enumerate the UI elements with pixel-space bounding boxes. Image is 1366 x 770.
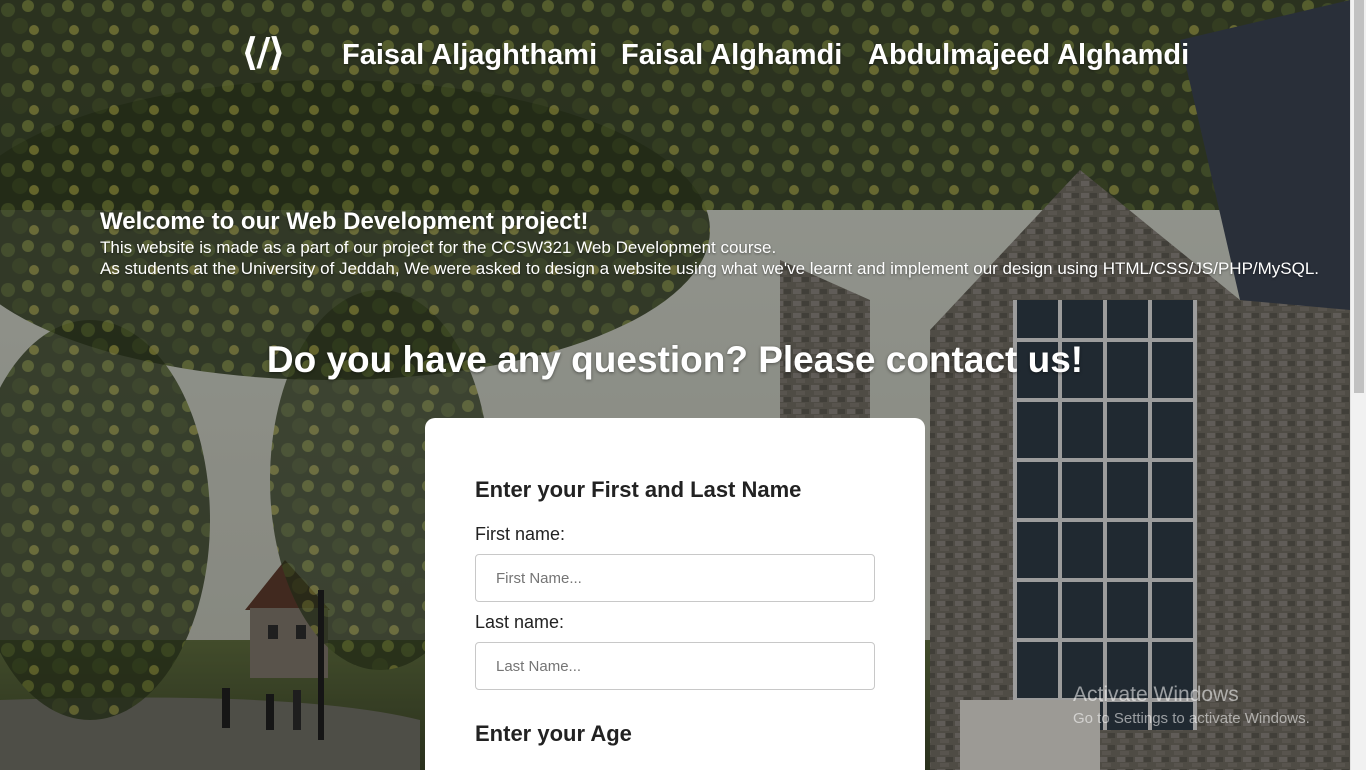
page: ⟨/⟩ Faisal Aljaghthami Faisal Alghamdi A…	[0, 0, 1366, 770]
first-name-input[interactable]	[475, 554, 875, 602]
first-name-label: First name:	[475, 524, 566, 544]
nav-link-faisal-aljaghthami[interactable]: Faisal Aljaghthami	[342, 38, 597, 72]
last-name-label: Last name:	[475, 612, 565, 632]
watermark-title: Activate Windows	[1073, 683, 1239, 706]
welcome-heading: Welcome to our Web Development project!	[100, 208, 589, 235]
activate-windows-watermark: Activate Windows Go to Settings to activ…	[1073, 682, 1310, 730]
last-name-input[interactable]	[475, 642, 875, 690]
name-section-title: Enter your First and Last Name	[475, 477, 802, 502]
nav-link-faisal-alghamdi[interactable]: Faisal Alghamdi	[621, 38, 842, 72]
watermark-subtitle: Go to Settings to activate Windows.	[1073, 710, 1310, 727]
welcome-section: Welcome to our Web Development project! …	[100, 207, 1319, 279]
contact-title: Do you have any question? Please contact…	[266, 339, 1084, 380]
navbar: ⟨/⟩ Faisal Aljaghthami Faisal Alghamdi A…	[0, 26, 1350, 86]
contact-form-card: Enter your First and Last Name First nam…	[425, 418, 925, 770]
welcome-line-1: This website is made as a part of our pr…	[100, 238, 777, 257]
code-logo-icon[interactable]: ⟨/⟩	[241, 30, 286, 74]
welcome-line-2: As students at the University of Jeddah,…	[100, 259, 1320, 278]
nav-link-abdulmajeed-alghamdi[interactable]: Abdulmajeed Alghamdi	[868, 38, 1189, 72]
scrollbar-thumb[interactable]	[1354, 0, 1364, 393]
page-scrollbar[interactable]	[1350, 0, 1366, 770]
age-section-title: Enter your Age	[475, 721, 632, 746]
